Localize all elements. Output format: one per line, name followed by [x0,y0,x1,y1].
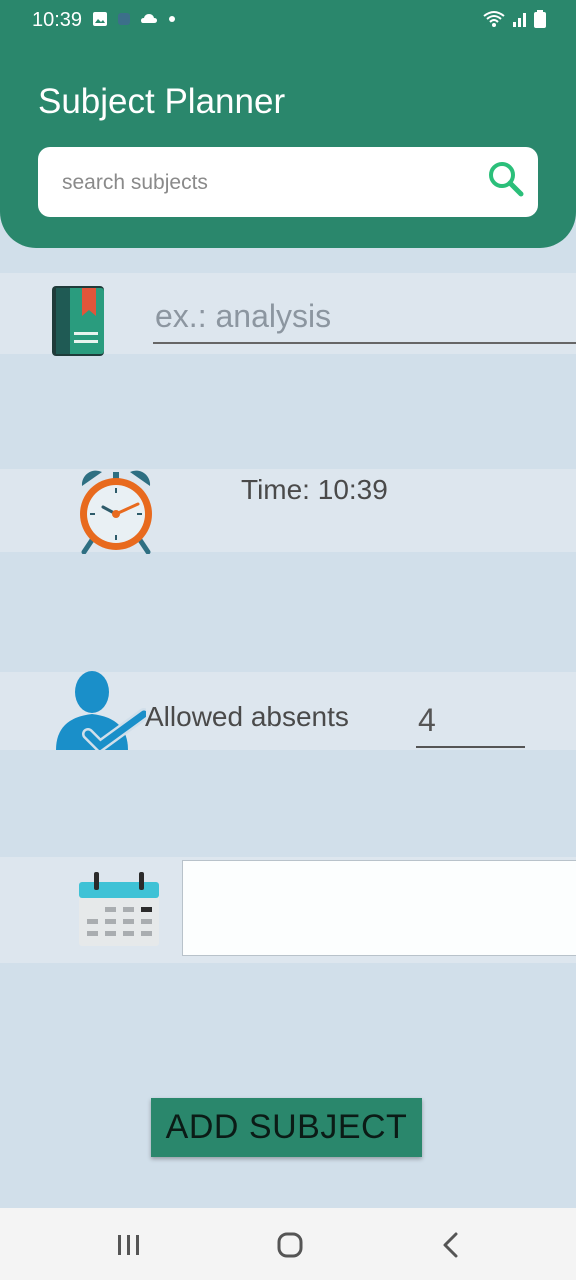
search-icon[interactable] [486,159,526,199]
absents-input[interactable] [416,694,525,748]
date-input[interactable] [182,860,576,956]
status-right-icons [482,10,546,28]
search-bar [38,147,538,219]
app-icon [118,13,130,25]
subject-name-input[interactable] [153,290,576,344]
add-subject-button[interactable]: ADD SUBJECT [151,1098,422,1157]
status-time: 10:39 [32,9,83,31]
image-icon [93,12,107,26]
calendar-icon [79,872,159,946]
alarm-clock-icon[interactable] [74,466,158,554]
app-header: Subject Planner [0,36,576,248]
wifi-icon [483,11,505,27]
back-icon[interactable] [436,1230,466,1260]
search-input[interactable] [60,147,464,219]
recents-icon[interactable] [114,1230,144,1260]
battery-icon [534,10,546,28]
user-check-icon [56,671,146,750]
app-title: Subject Planner [38,82,286,121]
absents-label: Allowed absents [145,701,349,732]
time-label[interactable]: Time: 10:39 [241,474,388,506]
status-bar: 10:39 [0,0,576,38]
dot-icon [169,16,175,22]
home-icon[interactable] [275,1230,305,1260]
cloud-icon [141,14,157,23]
book-icon [52,286,104,356]
signal-icon [513,13,526,27]
navigation-bar [0,1208,576,1280]
status-left-icons [92,11,178,27]
